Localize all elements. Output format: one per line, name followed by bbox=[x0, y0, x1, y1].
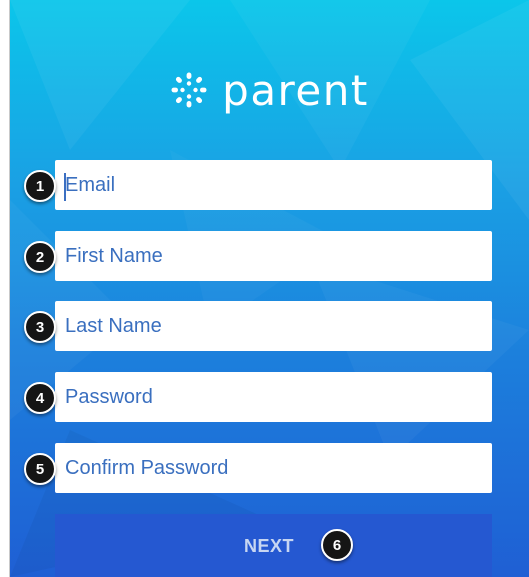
confirm-password-field[interactable] bbox=[55, 443, 492, 493]
callout-badge-4: 4 bbox=[24, 382, 56, 414]
app-logo: parent bbox=[10, 60, 529, 120]
app-name: parent bbox=[222, 65, 369, 115]
password-field[interactable] bbox=[55, 372, 492, 422]
callout-badge-1: 1 bbox=[24, 170, 56, 202]
callout-badge-3: 3 bbox=[24, 311, 56, 343]
callout-badge-6: 6 bbox=[321, 529, 353, 561]
text-cursor bbox=[64, 173, 66, 201]
callout-badge-2: 2 bbox=[24, 241, 56, 273]
last-name-field[interactable] bbox=[55, 301, 492, 351]
email-field[interactable] bbox=[55, 160, 492, 210]
canvas-logo-icon bbox=[171, 72, 207, 108]
next-button-label: NEXT bbox=[244, 536, 295, 556]
first-name-field[interactable] bbox=[55, 231, 492, 281]
callout-badge-5: 5 bbox=[24, 453, 56, 485]
signup-screen: parent NEXT 1 2 3 4 5 6 bbox=[10, 0, 529, 577]
